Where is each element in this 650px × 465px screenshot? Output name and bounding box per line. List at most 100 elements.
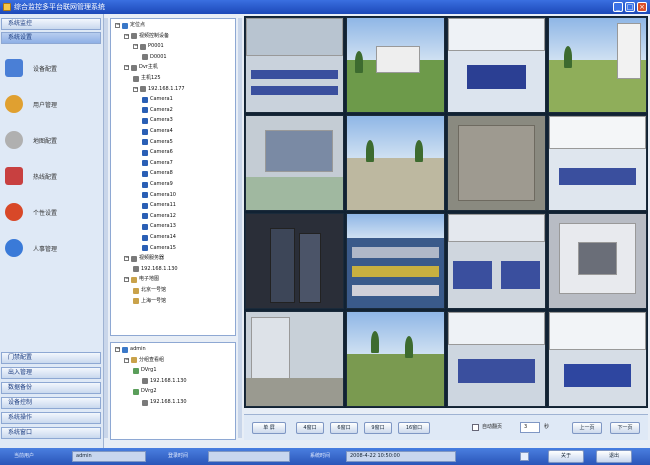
tree-node-label: Camera13 bbox=[150, 223, 176, 230]
tree-node[interactable]: 主机125 bbox=[133, 75, 161, 82]
exit-button[interactable]: 退出 bbox=[596, 450, 632, 463]
tree-node[interactable]: Camera9 bbox=[142, 181, 173, 188]
tree-node[interactable]: 192.168.1.130 bbox=[142, 378, 187, 385]
recorder-icon bbox=[133, 388, 139, 395]
expand-toggle-icon[interactable]: − bbox=[133, 44, 138, 50]
video-cell[interactable] bbox=[245, 115, 344, 211]
tree-node[interactable]: Camera14 bbox=[142, 234, 176, 241]
person-icon bbox=[5, 239, 23, 257]
tree-node[interactable]: 192.168.1.130 bbox=[133, 266, 178, 273]
tree-node[interactable]: Camera13 bbox=[142, 223, 176, 230]
tree-node[interactable]: DVrg1 bbox=[133, 367, 157, 374]
tree-node[interactable]: − admin bbox=[115, 346, 146, 353]
video-cell[interactable] bbox=[447, 213, 546, 309]
prev-page-button[interactable]: 上一页 bbox=[572, 422, 602, 434]
tree-node[interactable]: Camera7 bbox=[142, 160, 173, 167]
six-screen-button[interactable]: 6窗口 bbox=[330, 422, 358, 434]
about-button[interactable]: 关于 bbox=[548, 450, 584, 463]
video-cell[interactable] bbox=[245, 213, 344, 309]
nine-screen-button[interactable]: 9窗口 bbox=[364, 422, 392, 434]
tree-node[interactable]: D0001 bbox=[142, 54, 167, 61]
video-cell[interactable] bbox=[447, 311, 546, 407]
tree-node-label: 定位点 bbox=[130, 22, 146, 28]
next-page-button[interactable]: 下一页 bbox=[610, 422, 640, 434]
video-cell[interactable] bbox=[548, 17, 647, 113]
single-screen-button[interactable]: 单 屏 bbox=[252, 422, 286, 434]
nav-data-backup[interactable]: 数据备份 bbox=[1, 382, 101, 394]
tree-node[interactable]: 192.168.1.130 bbox=[142, 399, 187, 406]
nav-access-config[interactable]: 门禁配置 bbox=[1, 352, 101, 364]
nav-device-control[interactable]: 设备控制 bbox=[1, 397, 101, 409]
tree-node[interactable]: Camera6 bbox=[142, 149, 173, 156]
expand-toggle-icon[interactable]: − bbox=[115, 23, 120, 28]
tree-node[interactable]: − 分组查看组 bbox=[124, 357, 164, 364]
video-cell[interactable] bbox=[447, 115, 546, 211]
camera-icon bbox=[142, 213, 148, 220]
tree-node[interactable]: − 定位点 bbox=[115, 22, 145, 29]
expand-toggle-icon[interactable]: − bbox=[124, 33, 129, 39]
tree-node[interactable]: − 192.168.1.177 bbox=[133, 86, 185, 93]
tree-node[interactable]: − Dvr主机 bbox=[124, 64, 158, 71]
tree-node[interactable]: − 视频控制设备 bbox=[124, 33, 169, 40]
video-cell[interactable] bbox=[447, 17, 546, 113]
tree-node[interactable]: Camera10 bbox=[142, 192, 176, 199]
close-icon[interactable]: × bbox=[637, 2, 647, 12]
tree-node[interactable]: Camera3 bbox=[142, 117, 173, 124]
video-cell[interactable] bbox=[548, 115, 647, 211]
lock-icon[interactable] bbox=[520, 452, 529, 461]
right-splitter[interactable] bbox=[238, 18, 242, 438]
auto-page-checkbox[interactable] bbox=[472, 424, 479, 431]
layout-control-bar: 单 屏 4窗口 6窗口 9窗口 16窗口 自动翻页 3 秒 上一页 下一页 bbox=[244, 414, 648, 440]
monitor-icon bbox=[5, 59, 23, 77]
video-cell[interactable] bbox=[346, 115, 445, 211]
tree-node[interactable]: Camera8 bbox=[142, 170, 173, 177]
tree-node[interactable]: Camera12 bbox=[142, 213, 176, 220]
video-cell[interactable] bbox=[245, 17, 344, 113]
tree-node[interactable]: Camera15 bbox=[142, 245, 176, 252]
video-cell[interactable] bbox=[346, 311, 445, 407]
tree-node[interactable]: Camera4 bbox=[142, 128, 173, 135]
expand-toggle-icon[interactable]: − bbox=[133, 86, 138, 92]
tree-node[interactable]: Camera5 bbox=[142, 139, 173, 146]
nav-system-monitor[interactable]: 系统监控 bbox=[1, 18, 101, 30]
tree-node[interactable]: − P0001 bbox=[133, 43, 164, 50]
left-splitter[interactable] bbox=[104, 18, 108, 438]
expand-toggle-icon[interactable]: − bbox=[124, 256, 129, 262]
tree-node[interactable]: − 电子地图 bbox=[124, 276, 159, 283]
nav-system-settings[interactable]: 系统设置 bbox=[1, 32, 101, 44]
expand-toggle-icon[interactable]: − bbox=[124, 277, 129, 283]
nav-system-window[interactable]: 系统窗口 bbox=[1, 427, 101, 439]
nav-device-config[interactable]: 设备配置 bbox=[2, 50, 100, 86]
window-controls: _ □ × bbox=[613, 2, 647, 12]
tree-node[interactable]: DVrg2 bbox=[133, 388, 157, 395]
maximize-icon[interactable]: □ bbox=[625, 2, 635, 12]
nav-hotline-config[interactable]: 热线配置 bbox=[2, 158, 100, 194]
nav-map-config[interactable]: 地图配置 bbox=[2, 122, 100, 158]
tree-node[interactable]: 上海一号馆 bbox=[133, 298, 166, 305]
video-cell[interactable] bbox=[548, 213, 647, 309]
nav-hr-management[interactable]: 人事管理 bbox=[2, 230, 100, 266]
expand-toggle-icon[interactable]: − bbox=[124, 357, 129, 363]
tree-node[interactable]: Camera2 bbox=[142, 107, 173, 114]
quad-screen-button[interactable]: 4窗口 bbox=[296, 422, 324, 434]
nav-entry-management[interactable]: 出入管理 bbox=[1, 367, 101, 379]
group-tree: − admin − 分组查看组 DVrg1 192.168.1.130 DVrg2 192.1… bbox=[110, 342, 236, 440]
camera-icon bbox=[142, 139, 148, 146]
video-cell[interactable] bbox=[346, 17, 445, 113]
video-cell[interactable] bbox=[548, 311, 647, 407]
tree-node[interactable]: − 视频服务器 bbox=[124, 255, 164, 262]
nav-personal-settings[interactable]: 个性设置 bbox=[2, 194, 100, 230]
expand-toggle-icon[interactable]: − bbox=[115, 347, 120, 352]
tree-node[interactable]: Camera1 bbox=[142, 96, 173, 103]
minimize-icon[interactable]: _ bbox=[613, 2, 623, 12]
nav-user-management[interactable]: 用户管理 bbox=[2, 86, 100, 122]
device-icon bbox=[140, 43, 146, 50]
expand-toggle-icon[interactable]: − bbox=[124, 65, 129, 71]
tree-node[interactable]: 北京一号馆 bbox=[133, 287, 166, 294]
video-cell[interactable] bbox=[245, 311, 344, 407]
interval-input[interactable]: 3 bbox=[520, 422, 540, 433]
tree-node[interactable]: Camera11 bbox=[142, 202, 176, 209]
nav-system-operation[interactable]: 系统操作 bbox=[1, 412, 101, 424]
sixteen-screen-button[interactable]: 16窗口 bbox=[398, 422, 430, 434]
video-cell[interactable] bbox=[346, 213, 445, 309]
